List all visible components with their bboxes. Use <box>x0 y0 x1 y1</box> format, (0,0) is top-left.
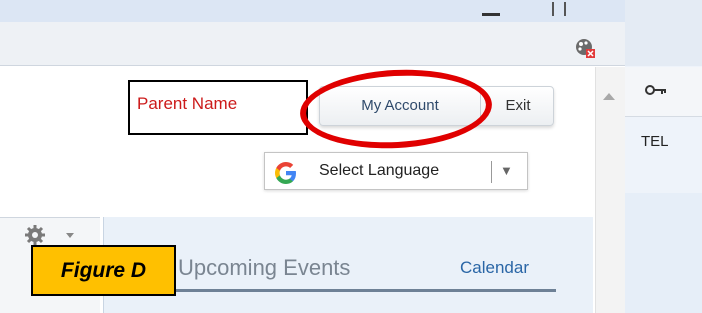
upcoming-events-title: Upcoming Events <box>178 255 351 280</box>
exit-button[interactable]: Exit <box>483 87 553 125</box>
figure-label: Figure D <box>31 245 176 296</box>
right-side-pane: TEL <box>625 0 702 313</box>
account-button-group: My Account Exit <box>319 86 554 126</box>
calendar-link[interactable]: Calendar <box>460 258 529 278</box>
gear-icon[interactable] <box>24 224 46 246</box>
button-divider <box>480 93 481 119</box>
restore-icon[interactable] <box>552 2 566 16</box>
right-pane-top <box>625 0 702 66</box>
language-divider <box>491 161 492 183</box>
extension-icon[interactable] <box>574 37 596 59</box>
language-select[interactable]: Select Language ▼ <box>264 152 528 190</box>
minimize-icon[interactable] <box>482 6 500 16</box>
events-underline <box>175 289 556 292</box>
dropdown-arrow-icon[interactable]: ▼ <box>500 163 513 178</box>
select-language-label: Select Language <box>319 162 440 179</box>
google-icon <box>275 162 296 184</box>
my-account-button[interactable]: My Account <box>320 87 480 125</box>
browser-toolbar <box>0 22 625 66</box>
gear-dropdown-caret-icon[interactable] <box>66 233 74 238</box>
window-titlebar <box>0 0 625 22</box>
parent-name: Parent Name <box>137 94 238 113</box>
right-pane-body <box>625 193 702 313</box>
scroll-up-arrow-icon[interactable] <box>603 93 615 100</box>
vertical-scrollbar[interactable] <box>595 67 625 313</box>
key-icon <box>645 85 666 95</box>
tel-label: TEL <box>641 133 669 150</box>
